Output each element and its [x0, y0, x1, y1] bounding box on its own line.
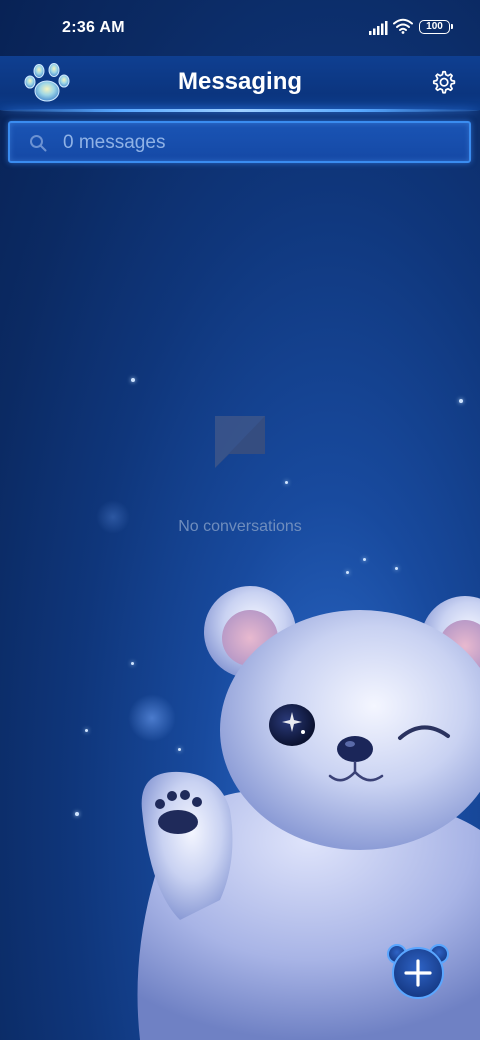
gear-icon[interactable]	[430, 69, 456, 95]
sparkle	[459, 399, 463, 403]
sparkle	[85, 729, 88, 732]
message-bubble-icon	[215, 416, 265, 468]
sparkle	[75, 812, 79, 816]
empty-state-text: No conversations	[178, 518, 302, 535]
app-header: Messaging	[0, 56, 480, 112]
search-input[interactable]: 0 messages	[8, 121, 471, 163]
status-bar: 2:36 AM 100	[0, 0, 480, 56]
signal-icon	[369, 21, 388, 35]
status-time: 2:36 AM	[62, 19, 125, 36]
search-placeholder: 0 messages	[63, 132, 166, 153]
battery-icon: 100	[419, 20, 453, 34]
messaging-screen: 2:36 AM 100 Messaging 0 messages No conv…	[0, 0, 480, 1040]
new-message-button[interactable]	[387, 942, 449, 1000]
wifi-icon	[393, 18, 413, 34]
search-icon	[30, 135, 47, 152]
page-title: Messaging	[177, 68, 303, 95]
sparkle	[131, 378, 135, 382]
sparkle	[285, 481, 288, 484]
